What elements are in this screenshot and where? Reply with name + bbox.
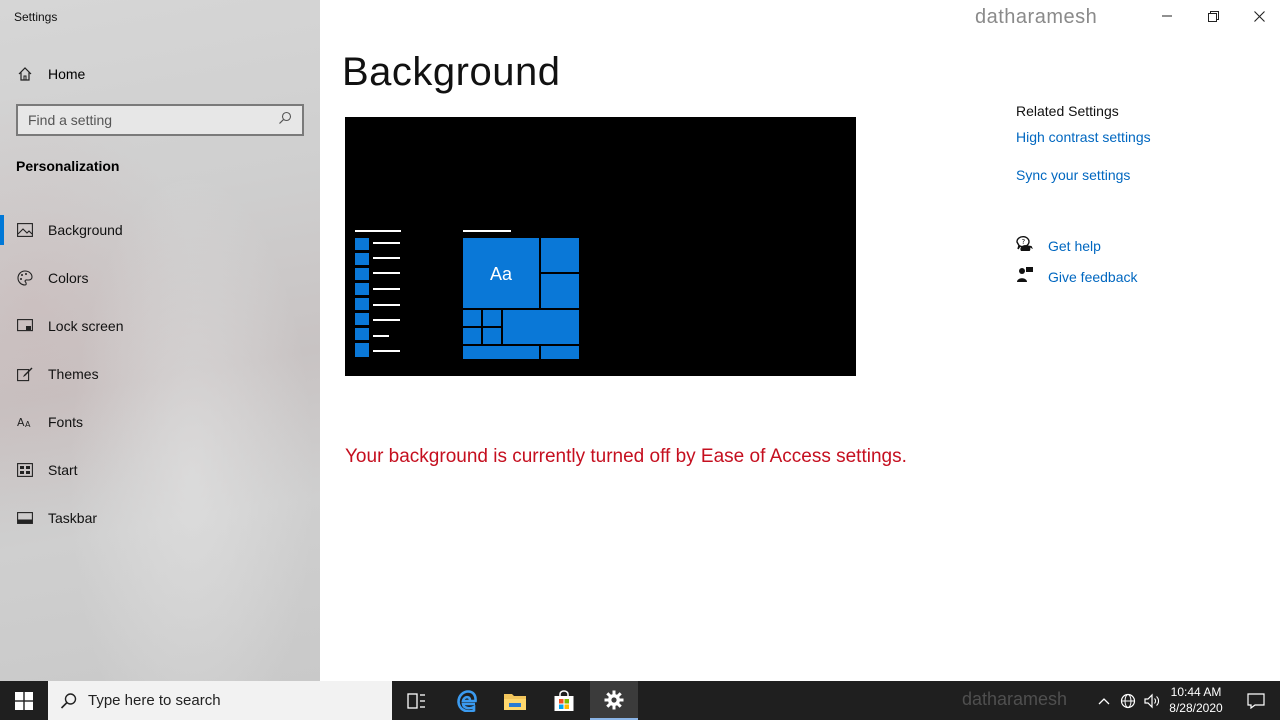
taskbar: Type here to search datharamesh 10:44 AM… [0, 681, 1280, 720]
file-explorer-taskbar-button[interactable] [491, 681, 539, 720]
sidebar-item-background[interactable]: Background [0, 206, 320, 254]
font-icon: AA [16, 413, 34, 431]
restore-button[interactable] [1190, 0, 1236, 32]
start-menu-preview-graphic: Aa [355, 230, 579, 359]
taskbar-clock[interactable]: 10:44 AM 8/28/2020 [1164, 684, 1228, 716]
start-button[interactable] [0, 681, 48, 720]
app-title: Settings [14, 10, 58, 24]
gear-icon [604, 690, 624, 709]
get-help-row[interactable]: ? Get help [1016, 235, 1101, 256]
background-preview: Aa [345, 117, 856, 376]
folder-icon [504, 693, 526, 710]
home-button[interactable]: Home [16, 62, 85, 86]
edge-taskbar-button[interactable] [443, 681, 491, 720]
sidebar-item-start[interactable]: Start [0, 446, 320, 494]
palette-icon [16, 269, 34, 287]
taskbar-search-placeholder: Type here to search [88, 692, 221, 709]
picture-icon [16, 221, 34, 239]
clock-date: 8/28/2020 [1169, 701, 1223, 715]
minimize-icon [1162, 15, 1172, 17]
sidebar-item-colors[interactable]: Colors [0, 254, 320, 302]
close-button[interactable] [1236, 0, 1280, 32]
high-contrast-settings-link[interactable]: High contrast settings [1016, 129, 1266, 145]
windows-logo-icon [15, 691, 33, 710]
sidebar-item-label: Taskbar [48, 510, 98, 526]
related-settings-title: Related Settings [1016, 103, 1119, 119]
speaker-icon [1143, 693, 1159, 708]
sidebar-nav: Background Colors Lock screen Themes AA … [0, 206, 320, 542]
close-icon [1253, 10, 1265, 22]
taskbar-watermark: datharamesh [962, 689, 1068, 709]
sidebar-item-label: Start [48, 462, 78, 478]
taskbar-search-box[interactable]: Type here to search [48, 681, 392, 720]
sidebar-item-themes[interactable]: Themes [0, 350, 320, 398]
minimize-button[interactable] [1144, 0, 1190, 32]
chat-help-icon: ? [1016, 235, 1034, 256]
watermark-text: datharamesh [975, 6, 1098, 28]
related-settings: Related Settings High contrast settings … [1016, 103, 1266, 183]
background-off-warning: Your background is currently turned off … [345, 446, 907, 467]
network-button[interactable] [1117, 681, 1139, 720]
globe-icon [1120, 693, 1136, 708]
sidebar-item-lock-screen[interactable]: Lock screen [0, 302, 320, 350]
settings-taskbar-button[interactable] [590, 681, 638, 720]
clock-time: 10:44 AM [1170, 685, 1222, 699]
svg-text:?: ? [1022, 238, 1026, 246]
sidebar-item-label: Background [48, 222, 123, 238]
page-title: Background [342, 50, 561, 94]
search-input[interactable] [28, 112, 278, 128]
sidebar-item-fonts[interactable]: AA Fonts [0, 398, 320, 446]
section-title: Personalization [16, 158, 120, 174]
give-feedback-row[interactable]: Give feedback [1016, 266, 1138, 287]
notification-icon [1247, 692, 1265, 709]
sync-settings-link[interactable]: Sync your settings [1016, 167, 1266, 183]
edge-icon [457, 689, 477, 712]
settings-search[interactable] [16, 104, 304, 136]
home-icon [16, 65, 34, 83]
show-hidden-icons-button[interactable] [1094, 681, 1114, 720]
volume-button[interactable] [1141, 681, 1163, 720]
start-icon [16, 461, 34, 479]
search-icon [60, 692, 77, 709]
restore-icon [1207, 10, 1219, 22]
get-help-link[interactable]: Get help [1048, 238, 1101, 254]
brush-icon [16, 365, 34, 383]
sidebar-item-label: Lock screen [48, 318, 124, 334]
svg-text:A: A [17, 416, 25, 429]
store-taskbar-button[interactable] [540, 681, 588, 720]
preview-tile-text: Aa [490, 264, 513, 284]
task-view-icon [407, 692, 425, 709]
sidebar-item-taskbar[interactable]: Taskbar [0, 494, 320, 542]
store-icon [554, 689, 574, 711]
taskbar-icon [16, 509, 34, 527]
home-label: Home [48, 66, 86, 82]
search-icon[interactable] [278, 111, 292, 130]
action-center-button[interactable] [1232, 681, 1280, 720]
sidebar-item-label: Themes [48, 366, 99, 382]
task-view-button[interactable] [392, 681, 440, 720]
give-feedback-link[interactable]: Give feedback [1048, 269, 1138, 285]
svg-text:A: A [25, 420, 31, 429]
lock-screen-icon [16, 317, 34, 335]
sidebar: Settings Home Personalization Background… [0, 0, 320, 681]
chevron-up-icon [1098, 697, 1110, 704]
feedback-icon [1016, 266, 1034, 287]
sidebar-item-label: Colors [48, 270, 89, 286]
sidebar-item-label: Fonts [48, 414, 84, 430]
